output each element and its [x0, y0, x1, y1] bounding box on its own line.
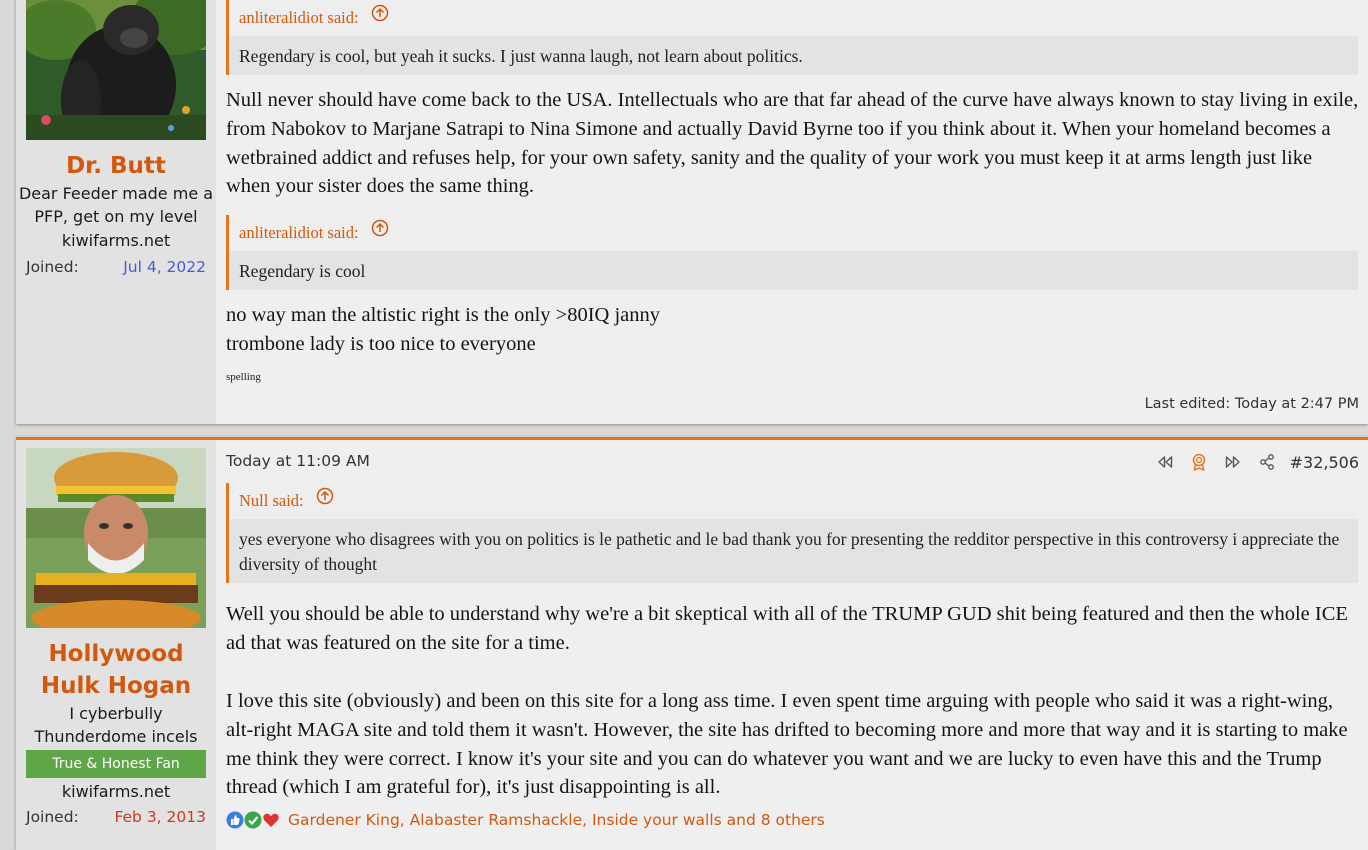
edit-reason: spelling — [226, 371, 261, 383]
post-paragraph-2: I love this site (obviously) and been on… — [226, 690, 1348, 799]
user-sidebar: Hollywood Hulk Hogan I cyberbully Thunde… — [16, 440, 216, 850]
user-banner: True & Honest Fan — [26, 750, 206, 778]
user-title-line-1: I cyberbully — [69, 704, 163, 723]
user-sidebar: Dr. Butt Dear Feeder made me a PFP, get … — [16, 0, 216, 424]
last-edited: Last edited: Today at 2:47 PM — [1144, 396, 1359, 412]
post-actions: #32,506 — [1148, 450, 1359, 474]
quote-author[interactable]: anliteralidiot said: — [239, 223, 359, 242]
quote-block: Null said: yes everyone who disagrees wi… — [226, 483, 1358, 583]
message-content: Today at 11:09 AM #32,506 Null said: yes… — [216, 440, 1368, 850]
award-icon[interactable] — [1182, 450, 1216, 474]
jump-to-quote-icon[interactable] — [371, 0, 389, 35]
share-icon[interactable] — [1250, 450, 1284, 474]
post-paragraph-1: Well you should be able to understand wh… — [226, 603, 1348, 654]
post-date[interactable]: Today at 11:09 AM — [226, 452, 370, 470]
user-site: kiwifarms.net — [61, 231, 171, 250]
jump-to-quote-icon[interactable] — [371, 214, 389, 250]
quote-author[interactable]: Null said: — [239, 491, 304, 510]
username[interactable]: Dr. Butt — [16, 150, 216, 182]
quote-text: Regendary is cool — [229, 251, 1358, 290]
like-reaction-icon — [226, 811, 244, 829]
post-hulk-hogan: Hollywood Hulk Hogan I cyberbully Thunde… — [16, 437, 1368, 850]
heart-reaction-icon — [262, 811, 280, 829]
user-title-line-2: PFP, get on my level — [34, 207, 198, 226]
reactions-bar[interactable]: Gardener King, Alabaster Ramshackle, Ins… — [226, 808, 825, 832]
quote-text: Regendary is cool, but yeah it sucks. I … — [229, 36, 1358, 75]
reply-line-2: trombone lady is too nice to everyone — [226, 333, 536, 355]
user-title-line-1: Dear Feeder made me a — [18, 184, 214, 203]
post-dr-butt: Dr. Butt Dear Feeder made me a PFP, get … — [16, 0, 1368, 424]
reaction-users-link[interactable]: Gardener King, Alabaster Ramshackle, Ins… — [288, 811, 825, 829]
user-site: kiwifarms.net — [61, 782, 171, 801]
first-unread-icon[interactable] — [1148, 450, 1182, 474]
quote-header[interactable]: Null said: — [229, 483, 1358, 519]
joined-date: Feb 3, 2013 — [114, 808, 206, 826]
avatar-burger-man[interactable] — [26, 448, 206, 628]
quote-author[interactable]: anliteralidiot said: — [239, 8, 359, 27]
joined-label: Joined: — [26, 258, 79, 276]
quote-header[interactable]: anliteralidiot said: — [229, 215, 1358, 251]
post-paragraph: Null never should have come back to the … — [226, 89, 1359, 198]
avatar-gorilla[interactable] — [26, 0, 206, 170]
joined-date: Jul 4, 2022 — [123, 258, 206, 276]
username-line-1[interactable]: Hollywood Hulk Hogan — [16, 638, 216, 702]
reply-line-1: no way man the altistic right is the onl… — [226, 304, 661, 326]
joined-label: Joined: — [26, 808, 79, 826]
agree-reaction-icon — [244, 811, 262, 829]
username[interactable]: Hollywood Hulk Hogan — [26, 638, 206, 702]
next-post-icon[interactable] — [1216, 450, 1250, 474]
message-content: anliteralidiot said: Regendary is cool, … — [216, 0, 1368, 424]
jump-to-quote-icon[interactable] — [316, 482, 334, 518]
reaction-icons[interactable] — [226, 811, 280, 829]
quote-block: anliteralidiot said: Regendary is cool — [226, 215, 1358, 290]
user-title-line-2: Thunderdome incels — [34, 727, 198, 746]
quote-header[interactable]: anliteralidiot said: — [229, 0, 1358, 36]
post-number[interactable]: #32,506 — [1290, 453, 1359, 472]
quote-text: yes everyone who disagrees with you on p… — [229, 519, 1358, 583]
quote-block: anliteralidiot said: Regendary is cool, … — [226, 0, 1358, 75]
